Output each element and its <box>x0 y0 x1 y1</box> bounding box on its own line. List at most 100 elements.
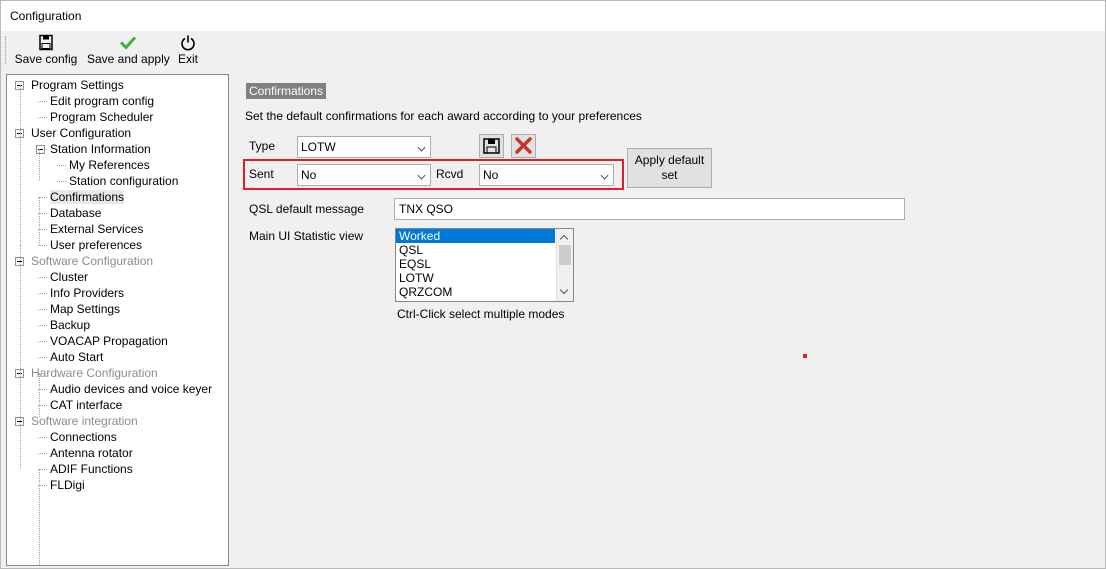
tree-item-label: External Services <box>50 222 144 236</box>
section-title: Confirmations <box>246 83 327 99</box>
tree-item[interactable]: Station Information <box>50 141 151 157</box>
tree-item[interactable]: User preferences <box>50 237 142 253</box>
floppy-disk-icon <box>39 34 53 51</box>
tree-connector <box>39 197 40 245</box>
tree-item[interactable]: Info Providers <box>50 285 124 301</box>
tree-item-label: Auto Start <box>50 350 104 364</box>
confirmations-panel: Confirmations Set the default confirmati… <box>233 74 1103 566</box>
save-config-button[interactable]: Save config <box>14 34 78 68</box>
tree-item-label: Station Information <box>50 142 151 156</box>
qsl-default-message-label: QSL default message <box>249 202 364 216</box>
tree-item[interactable]: My References <box>69 157 150 173</box>
tree-item[interactable]: Database <box>50 205 101 221</box>
tree-item[interactable]: Antenna rotator <box>50 445 133 461</box>
tree-item-label: User Configuration <box>31 126 132 140</box>
tree-connector <box>38 101 47 102</box>
delete-type-button[interactable] <box>511 134 536 158</box>
list-item[interactable]: LOTW <box>396 271 555 285</box>
tree-item[interactable]: Station configuration <box>69 173 178 189</box>
list-item[interactable]: EQSL <box>396 257 555 271</box>
list-scrollbar[interactable] <box>556 229 573 301</box>
tree-connector <box>39 373 40 417</box>
tree-item-label: Station configuration <box>69 174 179 188</box>
type-dropdown[interactable]: LOTW <box>297 136 431 158</box>
multi-select-hint: Ctrl-Click select multiple modes <box>397 307 565 321</box>
tree-connector <box>38 453 47 454</box>
scroll-up-icon[interactable] <box>559 234 569 244</box>
list-item[interactable]: QRZCOM <box>396 285 555 299</box>
toolbar-grip[interactable] <box>5 36 8 64</box>
tree-item-label: Connections <box>50 430 117 444</box>
tree-item[interactable]: Audio devices and voice keyer <box>50 381 212 397</box>
tree-item-label: VOACAP Propagation <box>50 334 168 348</box>
tree-item[interactable]: VOACAP Propagation <box>50 333 168 349</box>
type-value: LOTW <box>301 140 336 154</box>
sent-rcvd-highlight <box>243 159 624 190</box>
red-marker <box>803 354 807 358</box>
tree-connector <box>38 293 47 294</box>
power-icon <box>181 35 195 51</box>
tree-item[interactable]: Program Scheduler <box>50 109 153 125</box>
tree-item-label: Software integration <box>31 414 138 428</box>
tree-connector <box>39 469 40 565</box>
collapse-icon[interactable] <box>36 145 45 154</box>
statistic-view-list[interactable]: Worked QSL EQSL LOTW QRZCOM <box>395 228 574 302</box>
save-type-button[interactable] <box>479 134 504 158</box>
tree-item[interactable]: Program Settings <box>31 77 124 93</box>
tree-item-label: Backup <box>50 318 91 332</box>
save-config-label: Save config <box>14 52 78 66</box>
tree-item[interactable]: Map Settings <box>50 301 120 317</box>
tree-item[interactable]: Backup <box>50 317 90 333</box>
floppy-disk-icon <box>483 138 500 154</box>
tree-item-label: My References <box>69 158 150 172</box>
tree-item[interactable]: Cluster <box>50 269 88 285</box>
tree-connector <box>38 245 47 246</box>
tree-item-label: Antenna rotator <box>50 446 133 460</box>
tree-item-label: Hardware Configuration <box>31 366 158 380</box>
chevron-down-icon <box>417 143 426 152</box>
tree-connector <box>20 245 21 373</box>
tree-item[interactable]: CAT interface <box>50 397 122 413</box>
tree-item-label: Program Settings <box>31 78 124 92</box>
tree-item[interactable]: Edit program config <box>50 93 154 109</box>
apply-default-set-button[interactable]: Apply default set <box>627 148 712 188</box>
checkmark-icon <box>119 36 137 50</box>
scrollbar-thumb[interactable] <box>559 245 571 265</box>
tree-item[interactable]: Connections <box>50 429 117 445</box>
tree-item-label: ADIF Functions <box>50 462 133 476</box>
tree-connector <box>20 85 21 133</box>
tree-connector <box>57 165 66 166</box>
tree-item[interactable]: User Configuration <box>31 125 131 141</box>
tree-item-label: Audio devices and voice keyer <box>50 382 213 396</box>
scroll-down-icon[interactable] <box>559 285 569 295</box>
close-icon <box>515 137 532 154</box>
tree-item[interactable]: Hardware Configuration <box>31 365 158 381</box>
list-item[interactable]: QSL <box>396 243 555 257</box>
qsl-default-message-input[interactable]: TNX QSO <box>394 198 905 220</box>
toolbar: Save config Save and apply Exit <box>1 32 1105 70</box>
exit-label: Exit <box>177 52 198 66</box>
settings-tree[interactable]: Program Settings Edit program config Progr… <box>6 74 229 566</box>
save-and-apply-button[interactable]: Save and apply <box>87 34 170 68</box>
tree-item[interactable]: FLDigi <box>50 477 85 493</box>
tree-item[interactable]: Auto Start <box>50 349 103 365</box>
tree-item-label: Confirmations <box>50 190 125 204</box>
tree-connector <box>38 437 47 438</box>
exit-button[interactable]: Exit <box>175 34 201 68</box>
tree-item[interactable]: Software integration <box>31 413 138 429</box>
tree-item-label: Info Providers <box>50 286 125 300</box>
tree-item-label: Map Settings <box>50 302 121 316</box>
tree-item[interactable]: External Services <box>50 221 143 237</box>
list-item[interactable]: Worked <box>396 229 555 243</box>
tree-connector <box>38 357 47 358</box>
tree-connector <box>38 341 47 342</box>
qsl-default-message-value: TNX QSO <box>399 202 454 216</box>
tree-item[interactable]: Confirmations <box>50 189 125 205</box>
tree-item-label: FLDigi <box>50 478 85 492</box>
tree-item[interactable]: Software Configuration <box>31 253 153 269</box>
save-and-apply-label: Save and apply <box>87 52 170 66</box>
tree-item[interactable]: ADIF Functions <box>50 461 133 477</box>
tree-connector <box>57 181 66 182</box>
apply-default-set-label: Apply default set <box>634 153 705 182</box>
title-bar: Configuration <box>1 1 1105 31</box>
